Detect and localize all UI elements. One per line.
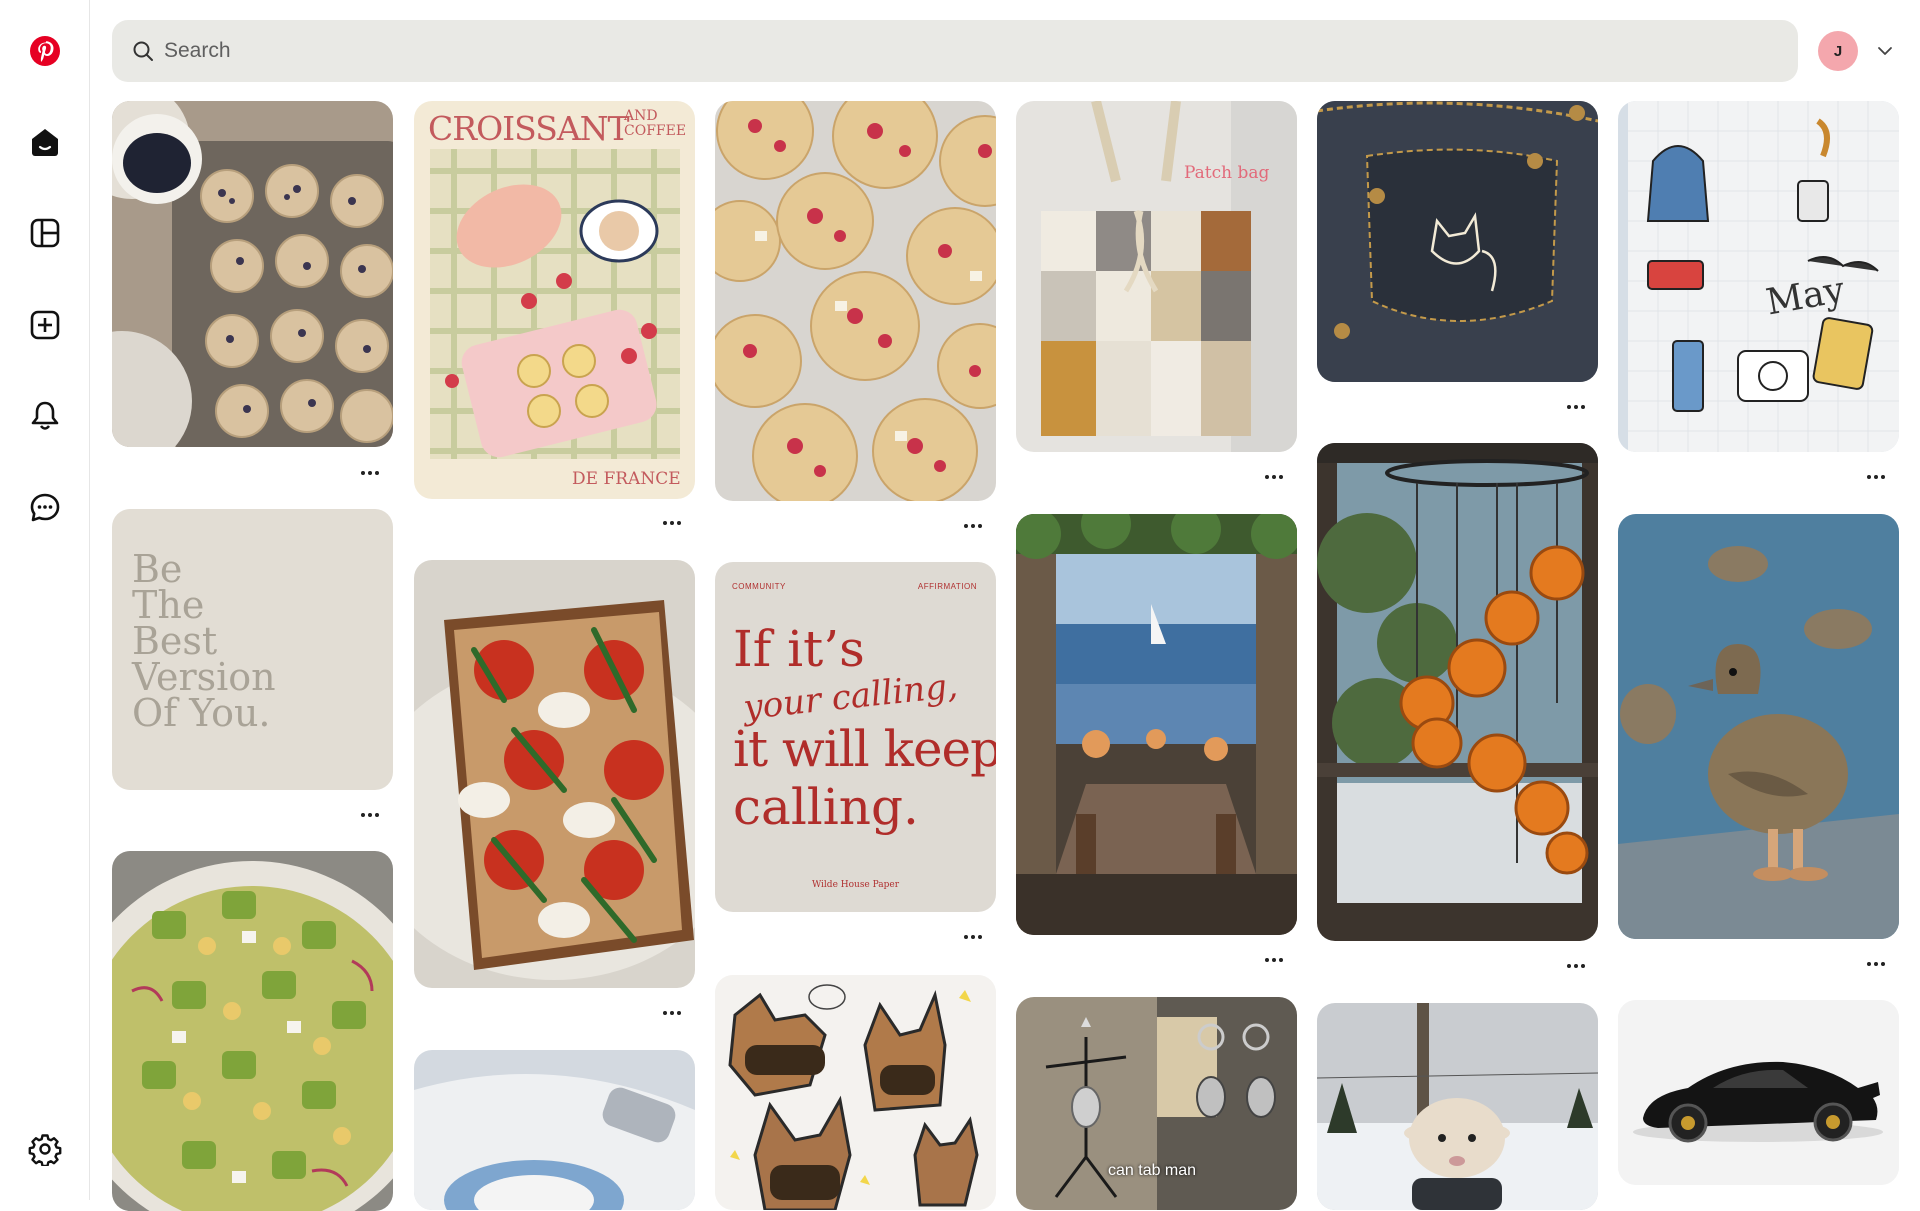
cookies-image xyxy=(715,101,996,501)
pin-more-button[interactable] xyxy=(356,807,384,823)
pinterest-logo-icon[interactable] xyxy=(21,27,69,75)
patch-bag-caption: Patch bag xyxy=(1184,163,1270,183)
pin-lamb-in-snow[interactable] xyxy=(1317,1003,1598,1210)
seaside-dining-image xyxy=(1016,514,1297,935)
pin-patch-bag[interactable]: Patch bag xyxy=(1016,101,1297,452)
salad-image xyxy=(112,851,393,1211)
pin-more-button[interactable] xyxy=(1862,956,1890,972)
pin-more-button[interactable] xyxy=(356,465,384,481)
quote-line: Be xyxy=(132,547,183,591)
pin-more-button[interactable] xyxy=(1260,469,1288,485)
chevron-down-icon[interactable] xyxy=(1874,40,1896,62)
settings-icon[interactable] xyxy=(21,1125,69,1173)
notifications-icon[interactable] xyxy=(21,392,69,440)
quote-line: The xyxy=(132,583,205,627)
pin-more-button[interactable] xyxy=(1562,399,1590,415)
quote-line: Of You. xyxy=(132,691,271,735)
affirmation-line-1: If it’s xyxy=(733,620,865,678)
pin-affirmation[interactable]: COMMUNITY AFFIRMATION If it’s your calli… xyxy=(715,562,996,912)
messages-icon[interactable] xyxy=(21,484,69,532)
search-icon xyxy=(133,41,153,61)
affirmation-credit: Wilde House Paper xyxy=(811,880,900,890)
pin-more-button[interactable] xyxy=(1862,469,1890,485)
muffins-image xyxy=(112,101,393,447)
duck-image xyxy=(1618,514,1899,939)
dog-drawings-image xyxy=(715,975,996,1210)
lamb-image xyxy=(1317,1003,1598,1210)
pin-more-button[interactable] xyxy=(1260,952,1288,968)
quote-line: Best xyxy=(132,619,218,663)
pin-more-button[interactable] xyxy=(1562,958,1590,974)
sidebar xyxy=(0,0,90,1200)
search-bar[interactable] xyxy=(112,20,1798,82)
pin-can-tab-man[interactable]: can tab man xyxy=(1016,997,1297,1210)
can-tab-man-caption: can tab man xyxy=(1108,1162,1197,1179)
notebook-image xyxy=(1618,101,1899,452)
affirmation-line-2: it will keep xyxy=(733,720,996,778)
pin-black-sports-car[interactable] xyxy=(1618,1000,1899,1185)
pin-raspberry-cookies[interactable] xyxy=(715,101,996,501)
pin-avocado-salad[interactable] xyxy=(112,851,393,1211)
windchime-image xyxy=(1317,443,1598,941)
search-input[interactable] xyxy=(164,39,1664,63)
boards-icon[interactable] xyxy=(21,209,69,257)
pin-seaside-dining[interactable] xyxy=(1016,514,1297,935)
bracelet-image xyxy=(414,1050,695,1210)
croissant-illustration xyxy=(430,149,680,459)
create-icon[interactable] xyxy=(21,301,69,349)
pin-more-button[interactable] xyxy=(959,929,987,945)
pin-caprese-toast[interactable] xyxy=(414,560,695,988)
car-image xyxy=(1618,1000,1899,1185)
jeans-image xyxy=(1317,101,1598,382)
pin-cat-jeans[interactable] xyxy=(1317,101,1598,382)
home-icon[interactable] xyxy=(21,118,69,166)
pin-muffins[interactable] xyxy=(112,101,393,447)
pin-more-button[interactable] xyxy=(658,515,686,531)
pin-more-button[interactable] xyxy=(658,1005,686,1021)
quote-line: Version xyxy=(132,655,276,699)
pin-croissant-poster[interactable]: CROISSANT AND COFFEE DE FRANCE xyxy=(414,101,695,499)
affirmation-tag-right: AFFIRMATION xyxy=(917,582,977,591)
pin-dog-drawings[interactable] xyxy=(715,975,996,1210)
patch-bag-image xyxy=(1016,101,1297,452)
pin-more-button[interactable] xyxy=(959,518,987,534)
pin-quote[interactable]: Be The Best Version Of You. xyxy=(112,509,393,790)
avatar[interactable]: J xyxy=(1818,31,1858,71)
croissant-footer: DE FRANCE xyxy=(572,469,681,489)
toast-image xyxy=(414,560,695,988)
croissant-title: CROISSANT xyxy=(428,109,630,148)
affirmation-tag-left: COMMUNITY xyxy=(732,582,786,591)
affirmation-line-3: calling. xyxy=(733,778,919,836)
pin-bracelet[interactable] xyxy=(414,1050,695,1210)
croissant-subtitle: AND COFFEE xyxy=(624,108,687,139)
pin-orange-windchime[interactable] xyxy=(1317,443,1598,941)
pin-duck[interactable] xyxy=(1618,514,1899,939)
pin-may-notebook[interactable]: May xyxy=(1618,101,1899,452)
